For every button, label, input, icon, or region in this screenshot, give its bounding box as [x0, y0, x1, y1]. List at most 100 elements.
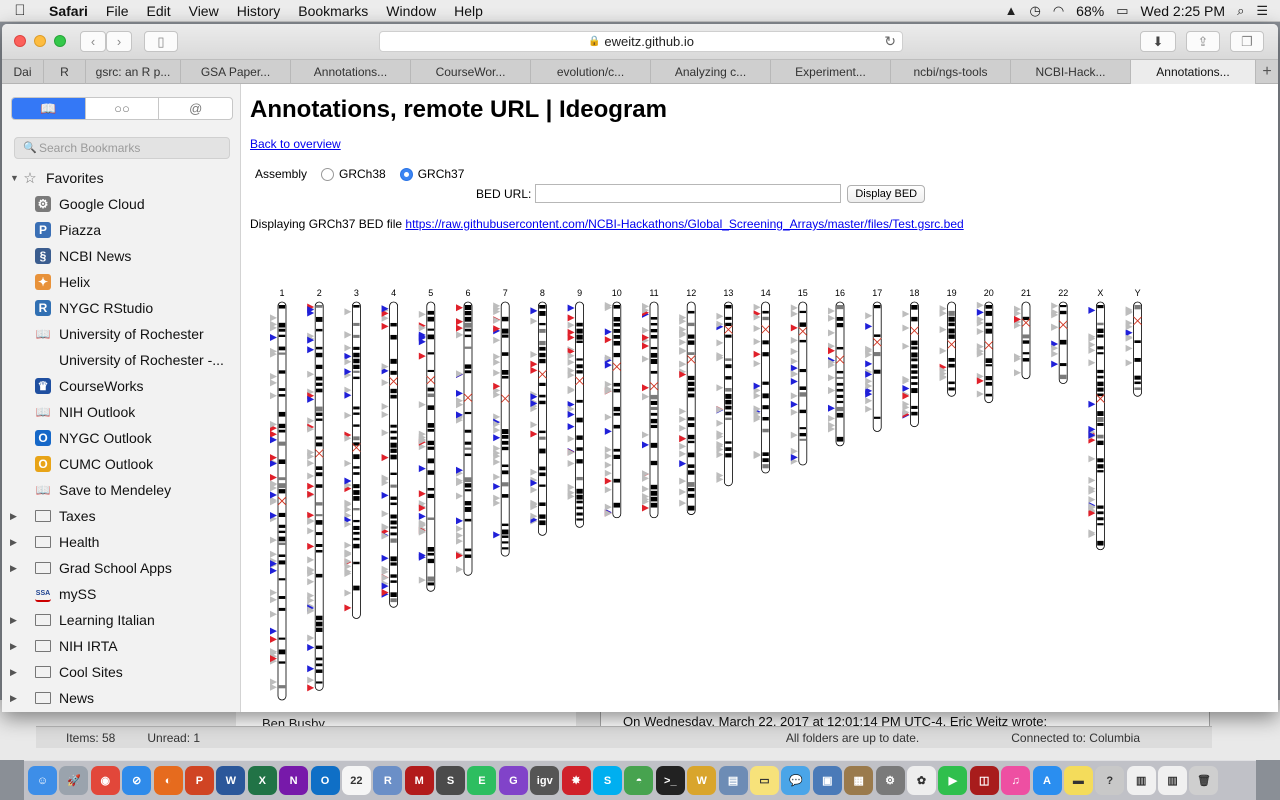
address-bar[interactable]: 🔒 eweitz.github.io ↻ [379, 31, 903, 52]
shared-links-tab[interactable]: @ [159, 98, 232, 119]
menu-help[interactable]: Help [445, 3, 492, 19]
preview-icon[interactable]: ▤ [718, 766, 748, 795]
reload-icon[interactable]: ↻ [884, 33, 896, 50]
tab[interactable]: evolution/c... [531, 60, 651, 84]
document-icon-2[interactable]: ▥ [1158, 766, 1188, 795]
sidebar-toggle-button[interactable]: ▯ [144, 31, 178, 52]
display-bed-button[interactable]: Display BED [847, 184, 926, 203]
grch38-label[interactable]: GRCh38 [339, 167, 386, 181]
drive-icon[interactable]: ▲ [1005, 3, 1018, 18]
tab[interactable]: R [44, 60, 86, 84]
launchpad-icon[interactable]: 🚀 [59, 766, 89, 795]
bookmark-item[interactable]: ✦ Helix [2, 269, 241, 295]
bookmark-item[interactable]: O CUMC Outlook [2, 451, 241, 477]
back-to-overview-link[interactable]: Back to overview [250, 137, 341, 151]
tab[interactable]: Analyzing c... [651, 60, 771, 84]
settings-icon[interactable]: ✸ [561, 766, 591, 795]
battery-percent[interactable]: 68% [1076, 3, 1104, 19]
bookmark-folder[interactable]: ▶ News [2, 685, 241, 711]
stickies-icon[interactable]: ▬ [1063, 766, 1093, 795]
menu-app[interactable]: Safari [40, 3, 97, 19]
notes-icon[interactable]: ▭ [749, 766, 779, 795]
r-icon[interactable]: R [373, 766, 403, 795]
apple-icon[interactable]:  [0, 2, 40, 19]
photo-booth-icon[interactable]: ◫ [969, 766, 999, 795]
bookmark-folder[interactable]: ▶ Learning Italian [2, 607, 241, 633]
menu-bookmarks[interactable]: Bookmarks [289, 3, 377, 19]
bookmark-item[interactable]: P Piazza [2, 217, 241, 243]
word-icon[interactable]: W [216, 766, 246, 795]
grch37-label[interactable]: GRCh37 [418, 167, 465, 181]
sublime-icon[interactable]: S [436, 766, 466, 795]
notification-center-icon[interactable]: ☰ [1256, 3, 1268, 19]
bookmark-item[interactable]: 📖 University of Rochester [2, 321, 241, 347]
mendeley-icon[interactable]: M [404, 766, 434, 795]
bookmark-folder[interactable]: ▶ NIH IRTA [2, 633, 241, 659]
menu-window[interactable]: Window [377, 3, 445, 19]
disclosure-open-icon[interactable]: ▼ [10, 173, 19, 183]
disclosure-closed-icon[interactable]: ▶ [10, 667, 17, 678]
excel-icon[interactable]: X [247, 766, 277, 795]
bookmark-item[interactable]: University of Rochester -... [2, 347, 241, 373]
spotlight-icon[interactable]: ⌕ [1237, 3, 1244, 19]
network-icon[interactable]: ◓ [624, 766, 654, 795]
tab-active[interactable]: Annotations... [1131, 60, 1256, 84]
safari-icon[interactable]: ⊘ [122, 766, 152, 795]
bookmark-item[interactable]: SSA mySS [2, 581, 241, 607]
itunes-icon[interactable]: ♫ [1001, 766, 1031, 795]
photos-icon[interactable]: ✿ [906, 766, 936, 795]
bookmark-item[interactable]: ♛ CourseWorks [2, 373, 241, 399]
bookmark-item[interactable]: 📖 NIH Outlook [2, 399, 241, 425]
minimize-button[interactable] [34, 35, 46, 47]
bed-file-link[interactable]: https://raw.githubusercontent.com/NCBI-H… [405, 217, 963, 231]
bookmark-folder[interactable]: ▶ Taxes [2, 503, 241, 529]
tab[interactable]: CourseWor... [411, 60, 531, 84]
menu-history[interactable]: History [228, 3, 290, 19]
disclosure-closed-icon[interactable]: ▶ [10, 641, 17, 652]
battery-icon[interactable]: ▭ [1116, 3, 1128, 19]
system-prefs-icon[interactable]: ⚙ [875, 766, 905, 795]
bookmark-item[interactable]: O NYGC Outlook [2, 425, 241, 451]
time-machine-icon[interactable]: ◷ [1029, 3, 1040, 19]
menu-view[interactable]: View [180, 3, 228, 19]
tab[interactable]: NCBI-Hack... [1011, 60, 1131, 84]
reading-list-tab[interactable]: ○○ [86, 98, 160, 119]
onenote-icon[interactable]: N [279, 766, 309, 795]
tab[interactable]: ncbi/ngs-tools [891, 60, 1011, 84]
bookmark-folder[interactable]: ▶ Health [2, 529, 241, 555]
finder-icon[interactable]: ☺ [28, 766, 57, 795]
help-icon[interactable]: ? [1095, 766, 1125, 795]
facetime-icon[interactable]: ▶ [938, 766, 968, 795]
bookmark-folder[interactable]: ▶ Cool Sites [2, 659, 241, 685]
share-button[interactable]: ⇪ [1186, 31, 1220, 52]
tabs-overview-button[interactable]: ❐ [1230, 31, 1264, 52]
tab[interactable]: Dai [2, 60, 44, 84]
tab[interactable]: Annotations... [291, 60, 411, 84]
menu-file[interactable]: File [97, 3, 138, 19]
grch37-radio[interactable] [399, 167, 413, 181]
forward-button[interactable]: › [106, 31, 132, 52]
bookmark-folder[interactable]: ▶ Grad School Apps [2, 555, 241, 581]
tab[interactable]: gsrc: an R p... [86, 60, 181, 84]
bed-url-input[interactable] [535, 184, 842, 203]
zoom-button[interactable] [54, 35, 66, 47]
wunderlist-icon[interactable]: W [687, 766, 717, 795]
calendar-icon[interactable]: 22 [341, 766, 371, 795]
grch38-radio[interactable] [321, 167, 335, 181]
disclosure-closed-icon[interactable]: ▶ [10, 563, 17, 574]
disclosure-closed-icon[interactable]: ▶ [10, 537, 17, 548]
firefox-icon[interactable]: ◐ [153, 766, 183, 795]
terminal-icon[interactable]: >_ [655, 766, 685, 795]
tab[interactable]: Experiment... [771, 60, 891, 84]
skype-icon[interactable]: S [593, 766, 623, 795]
tab[interactable]: GSA Paper... [181, 60, 291, 84]
bookmark-item[interactable]: R NYGC RStudio [2, 295, 241, 321]
disclosure-closed-icon[interactable]: ▶ [10, 511, 17, 522]
menu-edit[interactable]: Edit [137, 3, 179, 19]
powerpoint-icon[interactable]: P [184, 766, 214, 795]
new-tab-button[interactable]: + [1256, 60, 1278, 84]
bookmarks-tab[interactable]: 📖 [12, 98, 86, 119]
document-icon[interactable]: ▥ [1126, 766, 1156, 795]
evernote-icon[interactable]: E [467, 766, 497, 795]
disclosure-closed-icon[interactable]: ▶ [10, 615, 17, 626]
